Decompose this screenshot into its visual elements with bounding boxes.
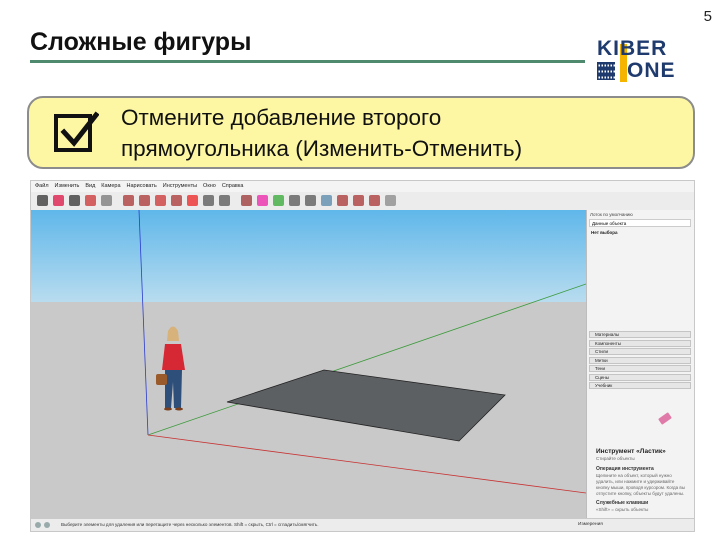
tape-measure-icon[interactable] <box>203 195 214 206</box>
rectangle-icon[interactable] <box>101 195 112 206</box>
menu-item-5[interactable]: Инструменты <box>163 181 197 192</box>
extension-icon[interactable] <box>353 195 364 206</box>
zoom-extents-icon[interactable] <box>321 195 332 206</box>
slide-title: Сложные фигуры <box>30 28 252 56</box>
line-icon[interactable] <box>69 195 80 206</box>
operation-description: Щелкните на объект, который нужно удалит… <box>596 473 686 496</box>
offset-icon[interactable] <box>187 195 198 206</box>
kiberone-logo: KIBER ONE <box>593 36 691 84</box>
checkbox-icon <box>54 111 99 152</box>
modifier-keys-title: Служебные клавиши <box>596 500 649 506</box>
red-axis <box>147 434 586 494</box>
menu-bar: Файл Изменить Вид Камера Нарисовать Инструмен… <box>31 181 694 192</box>
person-figure <box>156 326 185 411</box>
eraser-tool-subtitle: Стирайте объекты <box>596 456 635 461</box>
select-icon[interactable] <box>37 195 48 206</box>
warehouse-icon[interactable] <box>337 195 348 206</box>
tray-panel-1[interactable]: Компоненты <box>589 339 691 347</box>
arc-icon[interactable] <box>85 195 96 206</box>
menu-item-7[interactable]: Справка <box>222 181 244 192</box>
drawing-viewport[interactable] <box>31 210 586 518</box>
eraser-icon[interactable] <box>53 195 64 206</box>
instruction-callout: Отмените добавление второго прямоугольни… <box>27 96 695 169</box>
slide-number: 5 <box>703 8 712 25</box>
pan-icon[interactable] <box>289 195 300 206</box>
blue-axis <box>138 210 149 436</box>
move-icon[interactable] <box>139 195 150 206</box>
toolbar <box>31 192 694 211</box>
zoom-icon[interactable] <box>305 195 316 206</box>
credits-icon[interactable] <box>44 522 50 528</box>
tray-panel-0[interactable]: Материалы <box>589 331 691 338</box>
menu-item-6[interactable]: Окно <box>203 181 216 192</box>
menu-item-3[interactable]: Камера <box>101 181 120 192</box>
menu-item-4[interactable]: Нарисовать <box>127 181 157 192</box>
entity-info-panel[interactable]: Данные объекта <box>589 219 691 227</box>
default-tray: Лоток по умолчанию Данные объекта Нет вы… <box>586 210 694 518</box>
paint-icon[interactable] <box>257 195 268 206</box>
text-icon[interactable] <box>219 195 230 206</box>
tray-panel-4[interactable]: Тени <box>589 365 691 372</box>
instruction-line-2: прямоугольника (Изменить-Отменить) <box>121 136 523 161</box>
sketchup-window: Файл Изменить Вид Камера Нарисовать Инструмен… <box>30 180 695 532</box>
instruction-line-1: Отмените добавление второго <box>121 105 442 130</box>
rectangle-face[interactable] <box>226 369 506 442</box>
no-selection-label: Нет выбора <box>591 230 618 235</box>
title-rule <box>30 60 585 63</box>
menu-item-1[interactable]: Изменить <box>55 181 80 192</box>
orbit-icon[interactable] <box>273 195 284 206</box>
menu-item-0[interactable]: Файл <box>35 181 49 192</box>
eraser-preview-icon <box>658 412 672 425</box>
measurements-label: Измерения <box>578 522 603 527</box>
tray-panel-2[interactable]: Стили <box>589 348 691 355</box>
logo-row2: ONE <box>627 59 676 82</box>
status-bar: Выберите элементы для удаления или перет… <box>31 518 694 531</box>
eraser-tool-title: Инструмент «Ластик» <box>596 448 666 455</box>
settings-icon[interactable] <box>385 195 396 206</box>
logo-row1: KIBER <box>597 37 668 60</box>
scene-drawing <box>138 210 586 494</box>
qr-code-icon <box>597 62 615 80</box>
tray-panel-3[interactable]: Метки <box>589 356 691 364</box>
operation-title: Операция инструмента <box>596 466 654 472</box>
layout-icon[interactable] <box>369 195 380 206</box>
tray-header: Лоток по умолчанию <box>590 212 633 217</box>
modifier-keys-description: «Shift» = скрыть объекты <box>596 507 649 512</box>
status-message: Выберите элементы для удаления или перет… <box>61 522 319 527</box>
tray-panel-6[interactable]: Учебник <box>589 382 691 389</box>
tray-panel-5[interactable]: Сцены <box>589 373 691 381</box>
menu-item-2[interactable]: Вид <box>85 181 95 192</box>
scale-icon[interactable] <box>171 195 182 206</box>
info-icon[interactable] <box>35 522 41 528</box>
rotate-icon[interactable] <box>155 195 166 206</box>
instruction-text: Отмените добавление второго прямоугольни… <box>121 102 522 164</box>
push-pull-icon[interactable] <box>123 195 134 206</box>
axes-icon[interactable] <box>241 195 252 206</box>
